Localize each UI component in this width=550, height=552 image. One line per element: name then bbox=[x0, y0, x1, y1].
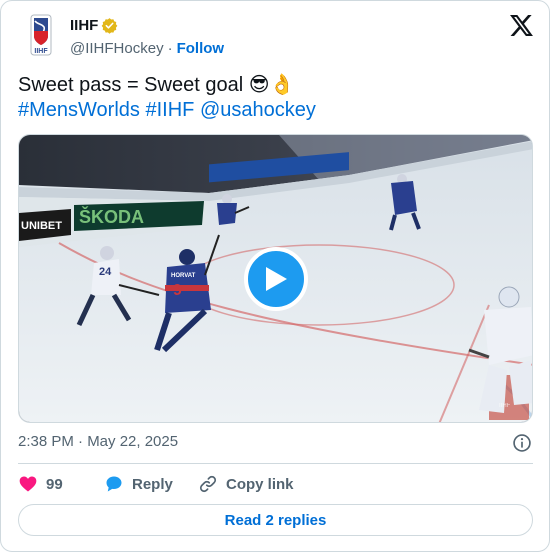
reply-button[interactable]: Reply bbox=[104, 474, 198, 494]
action-bar: 99 Reply Copy link bbox=[18, 473, 294, 495]
divider bbox=[18, 463, 533, 464]
board-ad-skoda: ŠKODA bbox=[79, 206, 144, 227]
player-name-tag: HORVAT bbox=[171, 273, 196, 279]
author-name[interactable]: IIHF bbox=[70, 17, 98, 34]
player-number-9: 9 bbox=[173, 282, 182, 299]
video-player[interactable]: ŠKODA UNIBET 24 9 HORVAT IIHF bbox=[18, 134, 533, 423]
svg-text:IIHF: IIHF bbox=[499, 403, 511, 409]
like-count: 99 bbox=[46, 475, 63, 493]
copy-link-label: Copy link bbox=[226, 475, 294, 493]
author-handle-row: @IIHFHockey · Follow bbox=[70, 40, 224, 57]
board-ad-unibet: UNIBET bbox=[21, 220, 62, 232]
copy-link-button[interactable]: Copy link bbox=[198, 474, 294, 494]
tweet-text: Sweet pass = Sweet goal 😎👌 #MensWorlds #… bbox=[18, 73, 538, 123]
heart-icon bbox=[19, 476, 37, 492]
read-replies-button[interactable]: Read 2 replies bbox=[18, 504, 533, 536]
info-icon[interactable] bbox=[512, 433, 532, 453]
reply-bubble-icon bbox=[106, 476, 122, 492]
mention-usahockey-link[interactable]: @usahockey bbox=[200, 99, 316, 121]
reply-label: Reply bbox=[132, 475, 173, 493]
x-logo-icon[interactable] bbox=[510, 15, 533, 36]
like-button[interactable]: 99 bbox=[18, 474, 104, 494]
player-number-24: 24 bbox=[99, 266, 112, 278]
follow-button[interactable]: Follow bbox=[177, 40, 225, 57]
iihf-logo-avatar[interactable]: IIHF bbox=[21, 13, 61, 59]
gold-verified-icon bbox=[101, 18, 118, 34]
tweet-links-line: #MensWorlds #IIHF @usahockey bbox=[18, 98, 538, 123]
tweet-card: IIHF IIHF @IIHFHockey · Follow Sweet pas… bbox=[0, 0, 550, 552]
link-icon bbox=[199, 475, 217, 493]
hashtag-iihf-link[interactable]: #IIHF bbox=[145, 99, 194, 121]
author-name-row: IIHF bbox=[70, 17, 118, 34]
hashtag-mensworlds-link[interactable]: #MensWorlds bbox=[18, 99, 140, 121]
svg-text:IIHF: IIHF bbox=[34, 48, 48, 55]
tweet-body-text: Sweet pass = Sweet goal 😎👌 bbox=[18, 74, 295, 96]
play-button[interactable] bbox=[244, 247, 308, 311]
play-icon bbox=[266, 267, 287, 291]
tweet-timestamp[interactable]: 2:38 PM · May 22, 2025 bbox=[18, 433, 178, 450]
author-handle[interactable]: @IIHFHockey bbox=[70, 40, 164, 57]
separator-dot: · bbox=[167, 40, 173, 57]
